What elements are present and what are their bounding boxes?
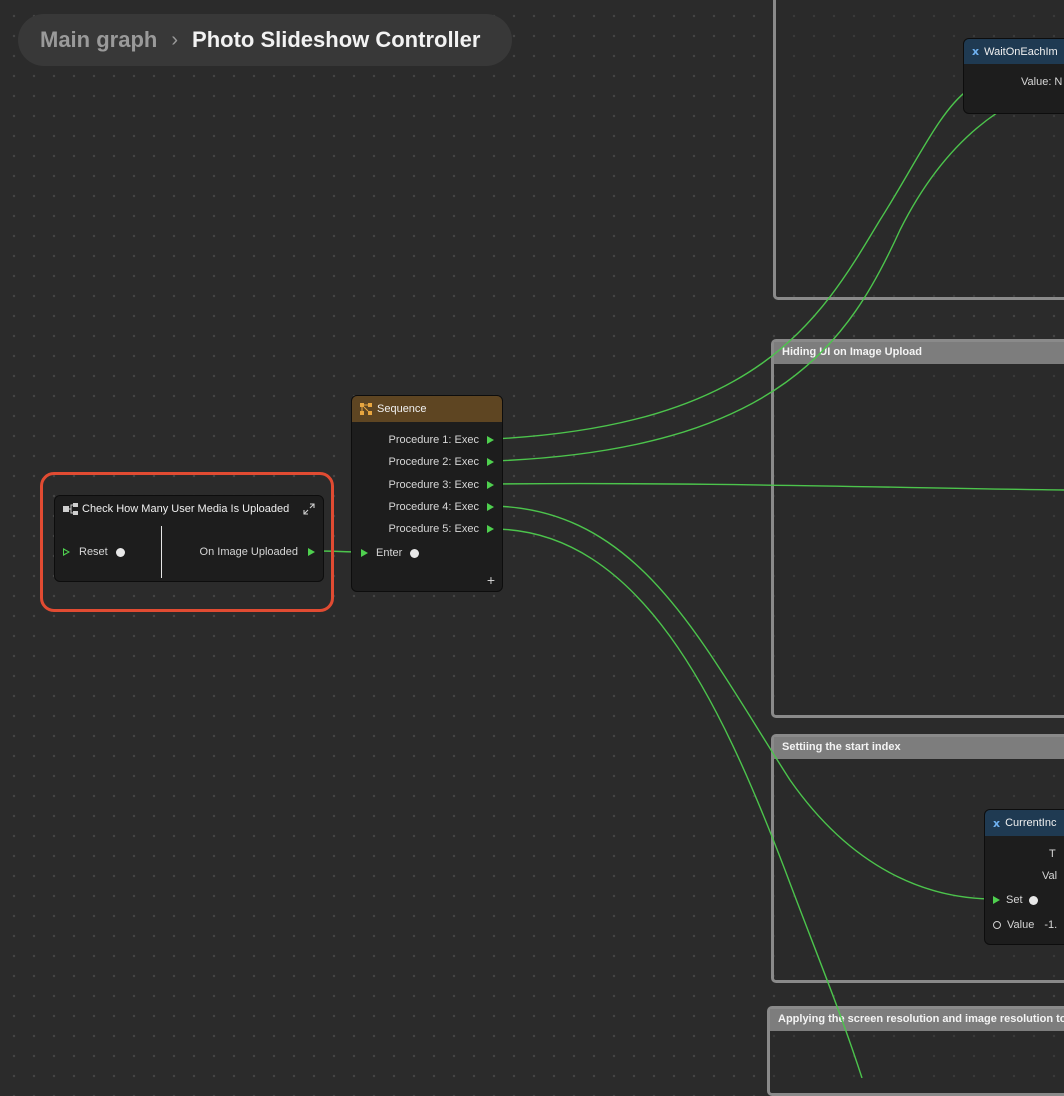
node-title: CurrentInc — [1005, 817, 1057, 829]
value-input-label: Value — [1007, 919, 1035, 931]
exec-output-pin[interactable] — [487, 481, 494, 489]
procedure-label: Procedure 1: Exec — [388, 434, 480, 446]
value-label: Val — [1042, 870, 1058, 882]
exec-output-pin[interactable] — [487, 525, 494, 533]
enter-pin[interactable] — [410, 548, 420, 558]
sequence-node[interactable]: Sequence Procedure 1: Exec Procedure 2: … — [351, 395, 503, 592]
type-row: T — [1049, 848, 1056, 860]
type-label: T — [1049, 848, 1056, 860]
breadcrumb-separator: › — [171, 28, 179, 51]
node-header[interactable]: Sequence — [352, 396, 502, 422]
enter-pin-row[interactable]: Enter — [361, 547, 420, 559]
exec-output-pin[interactable] — [487, 503, 494, 511]
procedure-label: Procedure 5: Exec — [388, 523, 480, 535]
set-pin-row[interactable]: Set — [993, 894, 1038, 906]
value-row: Val — [1042, 870, 1057, 882]
procedure-output-row[interactable]: Procedure 2: Exec — [388, 456, 494, 468]
value-label: Value: N — [1021, 76, 1063, 88]
procedure-label: Procedure 3: Exec — [388, 479, 480, 491]
value-input-field[interactable]: -1. — [1044, 919, 1057, 931]
current-index-variable-node[interactable]: 𝘅 CurrentInc T Val Set Value -1. — [984, 809, 1064, 945]
procedure-output-row[interactable]: Procedure 3: Exec — [388, 479, 494, 491]
variable-icon: 𝘅 — [993, 817, 1001, 830]
exec-output-pin[interactable] — [487, 436, 494, 444]
procedure-label: Procedure 2: Exec — [388, 456, 480, 468]
node-title: Sequence — [377, 403, 427, 415]
wire — [493, 89, 969, 440]
breadcrumb: Main graph › Photo Slideshow Controller — [18, 14, 512, 66]
selection-highlight — [40, 472, 334, 612]
sequence-icon — [360, 403, 372, 415]
value-input-pin[interactable] — [993, 921, 1001, 929]
value-input-row[interactable]: Value -1. — [993, 919, 1057, 931]
node-title: WaitOnEachIm — [984, 45, 1058, 58]
procedure-output-row[interactable]: Procedure 4: Exec — [388, 501, 494, 513]
procedure-output-row[interactable]: Procedure 1: Exec — [388, 434, 494, 446]
exec-output-pin[interactable] — [487, 458, 494, 466]
procedure-output-row[interactable]: Procedure 5: Exec — [388, 523, 494, 535]
exec-input-pin[interactable] — [993, 896, 1000, 904]
wait-variable-node[interactable]: 𝘅 WaitOnEachIm Value: N — [963, 38, 1064, 114]
exec-input-pin[interactable] — [361, 549, 368, 557]
procedure-label: Procedure 4: Exec — [388, 501, 480, 513]
set-label: Set — [1006, 894, 1023, 906]
variable-icon: 𝘅 — [972, 46, 980, 58]
wire — [493, 482, 1064, 491]
node-header[interactable]: 𝘅 WaitOnEachIm — [964, 39, 1064, 64]
enter-label: Enter — [376, 547, 403, 559]
value-row: Value: N — [1021, 76, 1062, 88]
add-pin-button[interactable]: + — [487, 572, 495, 588]
wire — [493, 505, 991, 900]
wire — [493, 528, 863, 1078]
wire — [493, 89, 1041, 462]
node-header[interactable]: 𝘅 CurrentInc — [985, 810, 1064, 836]
breadcrumb-root[interactable]: Main graph — [40, 27, 157, 53]
breadcrumb-current: Photo Slideshow Controller — [192, 27, 481, 52]
set-pin[interactable] — [1028, 895, 1038, 905]
